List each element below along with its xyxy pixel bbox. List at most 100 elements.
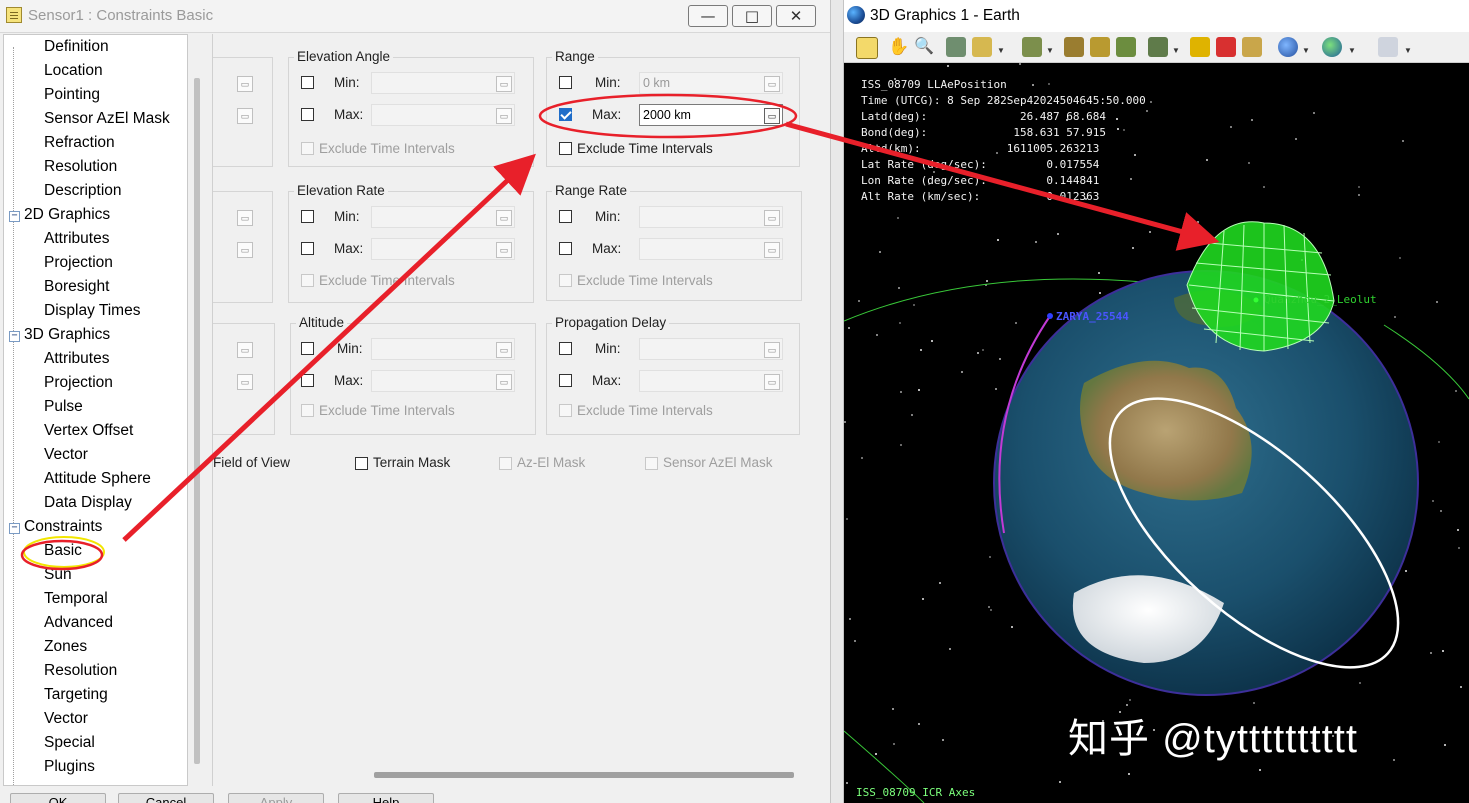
tree-item-sun[interactable]: Sun: [44, 565, 72, 585]
orient-icon[interactable]: [1116, 37, 1136, 57]
tree-item-targeting[interactable]: Targeting: [44, 685, 108, 705]
tree-item-description[interactable]: Description: [44, 181, 122, 201]
unit-button[interactable]: ▭: [764, 108, 780, 124]
range-rate-exclude-checkbox[interactable]: [559, 274, 572, 287]
unit-button[interactable]: ▭: [496, 342, 512, 358]
pan-hand-icon[interactable]: ✋: [888, 37, 909, 57]
unit-button[interactable]: ▭: [496, 108, 512, 124]
tree-item-attitude-sphere[interactable]: Attitude Sphere: [44, 469, 151, 489]
elevation-angle-min-checkbox[interactable]: [301, 76, 314, 89]
close-button[interactable]: ✕: [776, 5, 816, 27]
altitude-exclude-checkbox[interactable]: [301, 404, 314, 417]
range-rate-min-checkbox[interactable]: [559, 210, 572, 223]
apply-button[interactable]: Apply: [228, 793, 324, 803]
window-splitter[interactable]: [830, 0, 844, 803]
elevation-angle-min-field[interactable]: [371, 72, 515, 94]
altitude-max-checkbox[interactable]: [301, 374, 314, 387]
globe-view-icon[interactable]: [1278, 37, 1298, 57]
elevation-rate-min-checkbox[interactable]: [301, 210, 314, 223]
range-rate-max-checkbox[interactable]: [559, 242, 572, 255]
tree-item-display-times[interactable]: Display Times: [44, 301, 140, 321]
chevron-down-icon[interactable]: ▼: [1172, 46, 1180, 55]
tree-item-resolution[interactable]: Resolution: [44, 157, 117, 177]
tree-item-zones[interactable]: Zones: [44, 637, 87, 657]
north-up-icon[interactable]: [1090, 37, 1110, 57]
elevation-rate-exclude-checkbox[interactable]: [301, 274, 314, 287]
elevation-angle-exclude-checkbox[interactable]: [301, 142, 314, 155]
record-icon[interactable]: [972, 37, 992, 57]
propagation-delay-exclude-checkbox[interactable]: [559, 404, 572, 417]
altitude-min-checkbox[interactable]: [301, 342, 314, 355]
chevron-down-icon[interactable]: ▼: [997, 46, 1005, 55]
tree-item-special[interactable]: Special: [44, 733, 95, 753]
tree-item-location[interactable]: Location: [44, 61, 103, 81]
tree-item-plugins[interactable]: Plugins: [44, 757, 95, 777]
home-view-icon[interactable]: [1064, 37, 1084, 57]
tree-item-projection[interactable]: Projection: [44, 253, 113, 273]
tree-item-sensor-azel-mask[interactable]: Sensor AzEl Mask: [44, 109, 170, 129]
elevation-angle-max-checkbox[interactable]: [301, 108, 314, 121]
tree-group-3d-graphics[interactable]: −3D Graphics: [9, 325, 110, 345]
unit-button[interactable]: ▭: [237, 374, 253, 390]
unit-button[interactable]: ▭: [764, 374, 780, 390]
terrain-mask-checkbox[interactable]: [355, 457, 368, 470]
tree-item-vector[interactable]: Vector: [44, 445, 88, 465]
unit-button[interactable]: ▭: [237, 108, 253, 124]
satellite-marker[interactable]: [1047, 313, 1053, 319]
zoom-icon[interactable]: 🔍: [914, 37, 934, 57]
tree-group-2d-graphics[interactable]: −2D Graphics: [9, 205, 110, 225]
help-button[interactable]: Help: [338, 793, 434, 803]
propagation-delay-max-checkbox[interactable]: [559, 374, 572, 387]
propagation-delay-max-field[interactable]: [639, 370, 783, 392]
tree-item-definition[interactable]: Definition: [44, 37, 109, 57]
tree-item-attributes[interactable]: Attributes: [44, 229, 109, 249]
ruler-icon[interactable]: [1242, 37, 1262, 57]
altitude-max-field[interactable]: [371, 370, 515, 392]
unit-button[interactable]: ▭: [237, 342, 253, 358]
tree-item-vertex-offset[interactable]: Vertex Offset: [44, 421, 133, 441]
unit-button[interactable]: ▭: [764, 242, 780, 258]
tree-item-attributes[interactable]: Attributes: [44, 349, 109, 369]
unit-button[interactable]: ▭: [496, 76, 512, 92]
tree-item-basic[interactable]: Basic: [44, 541, 82, 561]
elevation-angle-max-field[interactable]: [371, 104, 515, 126]
unit-button[interactable]: ▭: [496, 374, 512, 390]
window-icon[interactable]: [1378, 37, 1398, 57]
chevron-down-icon[interactable]: ▼: [1348, 46, 1356, 55]
altitude-min-field[interactable]: [371, 338, 515, 360]
tree-item-pulse[interactable]: Pulse: [44, 397, 83, 417]
collapse-icon[interactable]: −: [9, 211, 20, 222]
tree-item-boresight[interactable]: Boresight: [44, 277, 109, 297]
range-rate-max-field[interactable]: [639, 238, 783, 260]
range-exclude-checkbox[interactable]: [559, 142, 572, 155]
target-icon[interactable]: [1148, 37, 1168, 57]
3d-viewport[interactable]: ISS_08709 LLAePosition Time (UTCG): 8 Se…: [844, 63, 1469, 803]
elevation-rate-max-checkbox[interactable]: [301, 242, 314, 255]
tree-item-advanced[interactable]: Advanced: [44, 613, 113, 633]
unit-button[interactable]: ▭: [237, 76, 253, 92]
tree-group-constraints[interactable]: − Constraints: [9, 517, 102, 537]
unit-button[interactable]: ▭: [764, 76, 780, 92]
earth-icon[interactable]: [1322, 37, 1342, 57]
camera-icon[interactable]: [946, 37, 966, 57]
tree-item-vector[interactable]: Vector: [44, 709, 88, 729]
marker-icon[interactable]: [1216, 37, 1236, 57]
range-min-checkbox[interactable]: [559, 76, 572, 89]
pencil-icon[interactable]: [1190, 37, 1210, 57]
propagation-delay-min-checkbox[interactable]: [559, 342, 572, 355]
tree-item-data-display[interactable]: Data Display: [44, 493, 132, 513]
range-max-checkbox[interactable]: [559, 108, 572, 121]
chevron-down-icon[interactable]: ▼: [1046, 46, 1054, 55]
collapse-icon[interactable]: −: [9, 523, 20, 534]
collapse-icon[interactable]: −: [9, 331, 20, 342]
propagation-delay-min-field[interactable]: [639, 338, 783, 360]
minimize-button[interactable]: —: [688, 5, 728, 27]
range-min-field[interactable]: 0 km: [639, 72, 783, 94]
unit-button[interactable]: ▭: [764, 342, 780, 358]
facility-marker[interactable]: [1253, 297, 1259, 303]
chevron-down-icon[interactable]: ▼: [1302, 46, 1310, 55]
tree-item-refraction[interactable]: Refraction: [44, 133, 115, 153]
horizontal-scrollbar[interactable]: [374, 772, 794, 778]
tree-item-projection[interactable]: Projection: [44, 373, 113, 393]
sensor-azel-mask-checkbox[interactable]: [645, 457, 658, 470]
